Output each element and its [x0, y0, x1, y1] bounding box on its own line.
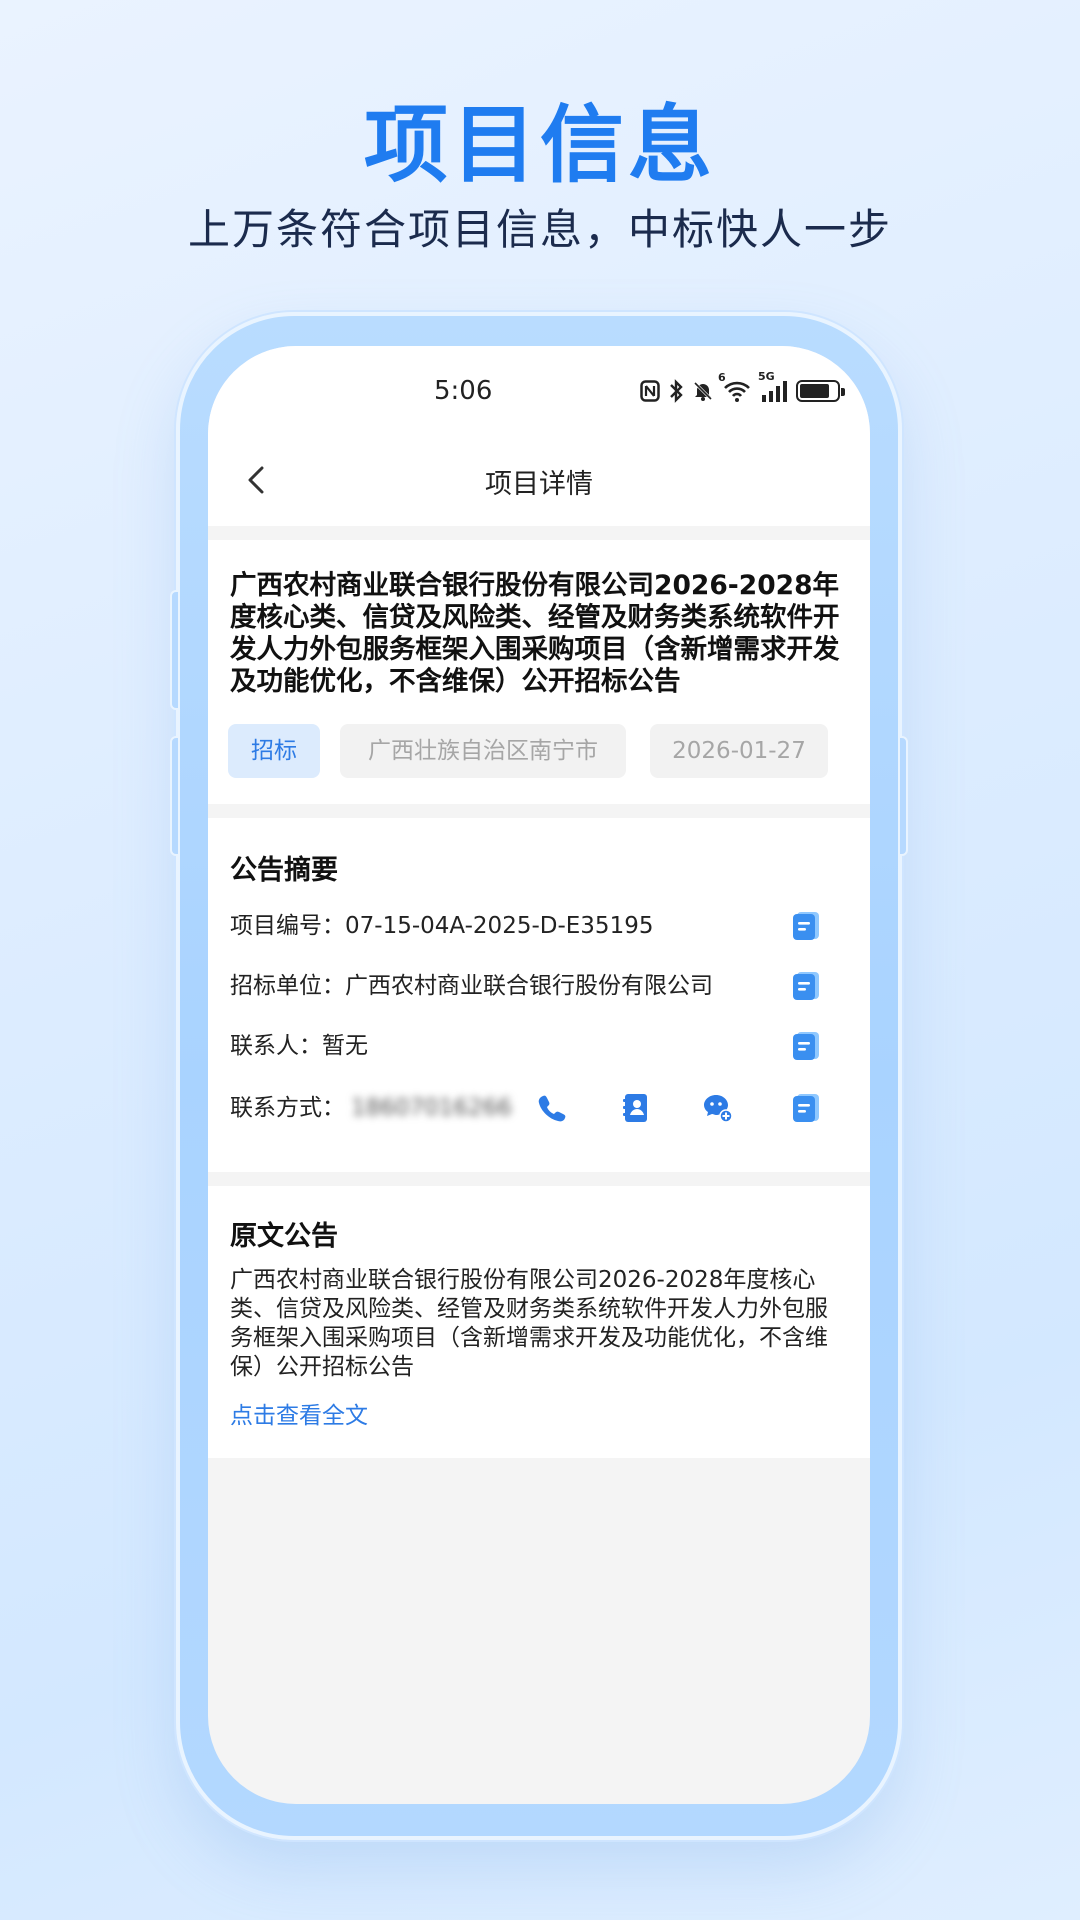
original-title: 原文公告 — [230, 1221, 338, 1252]
original-text: 广西农村商业联合银行股份有限公司2026-2028年度核心类、信贷及风险类、经管… — [230, 1267, 828, 1380]
page-headline: 项目信息 — [363, 96, 716, 194]
summary-card: 公告摘要 项目编号：07-15-04A-2025-D-E35195 招标单位：广… — [208, 818, 870, 1172]
summary-title: 公告摘要 — [230, 855, 338, 886]
summary-row-code: 项目编号：07-15-04A-2025-D-E35195 — [230, 906, 850, 946]
net-label: 5G — [758, 370, 775, 383]
nav-bar: 项目详情 — [208, 436, 870, 526]
summary-row-unit: 招标单位：广西农村商业联合银行股份有限公司 — [230, 966, 850, 1006]
type-tag[interactable]: 招标 — [228, 724, 320, 778]
phone-screen: 5:06 6 5G 项目详情 广西农村商业联合银行股份有限公司2026-2028… — [208, 346, 870, 1804]
copy-icon[interactable] — [792, 1031, 820, 1061]
status-icons: 6 5G — [640, 370, 845, 406]
project-card: 广西农村商业联合银行股份有限公司2026-2028年度核心类、信贷及风险类、经管… — [208, 540, 870, 804]
project-title: 广西农村商业联合银行股份有限公司2026-2028年度核心类、信贷及风险类、经管… — [230, 570, 840, 697]
phone-value-blurred: 18607016266 — [351, 1095, 512, 1121]
contacts-book-icon[interactable] — [620, 1092, 652, 1124]
phone-side-button-right — [898, 736, 908, 856]
nfc-icon — [640, 380, 660, 402]
view-full-text-link[interactable]: 点击查看全文 — [230, 1396, 368, 1430]
row-label: 项目编号： — [230, 913, 345, 939]
date-tag: 2026-01-27 — [650, 724, 828, 778]
phone-side-button-left-1 — [170, 590, 180, 710]
original-card: 原文公告 广西农村商业联合银行股份有限公司2026-2028年度核心类、信贷及风… — [208, 1186, 870, 1458]
battery-icon — [796, 380, 845, 402]
status-bar: 5:06 6 5G — [208, 346, 870, 436]
row-label: 招标单位： — [230, 973, 345, 999]
status-time: 5:06 — [434, 376, 493, 406]
copy-icon[interactable] — [792, 971, 820, 1001]
wifi-icon — [724, 381, 750, 402]
row-label: 联系方式： — [230, 1095, 345, 1121]
phone-side-button-left-2 — [170, 736, 180, 856]
copy-icon[interactable] — [792, 911, 820, 941]
bluetooth-icon — [670, 379, 683, 403]
wifi-badge: 6 — [718, 371, 726, 384]
region-tag: 广西壮族自治区南宁市 — [340, 724, 626, 778]
nav-title: 项目详情 — [485, 469, 593, 500]
wechat-add-icon[interactable] — [702, 1092, 734, 1124]
row-value: 暂无 — [322, 1033, 368, 1059]
summary-row-contact: 联系人：暂无 — [230, 1026, 850, 1066]
page-subline: 上万条符合项目信息，中标快人一步 — [187, 205, 892, 254]
mute-bell-icon — [693, 381, 713, 401]
row-value: 广西农村商业联合银行股份有限公司 — [345, 973, 713, 999]
copy-icon[interactable] — [792, 1093, 820, 1123]
row-label: 联系人： — [230, 1033, 322, 1059]
row-value: 07-15-04A-2025-D-E35195 — [345, 913, 654, 939]
phone-call-icon[interactable] — [536, 1092, 568, 1124]
